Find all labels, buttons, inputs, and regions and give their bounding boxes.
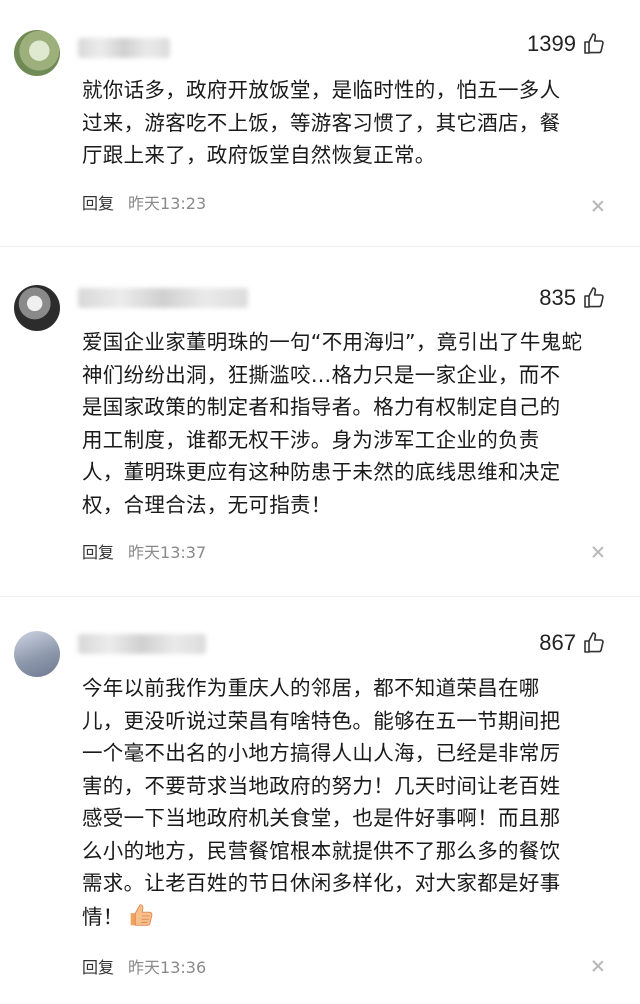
like-count: 867 <box>539 630 576 655</box>
divider <box>0 596 640 597</box>
comment-line: 人，董明珠更应有这种防患于未然的底线思维和决定 <box>82 460 561 484</box>
comment-line: 一个毫不出名的小地方搞得人山人海，已经是非常厉 <box>82 741 561 765</box>
timestamp: 昨天13:23 <box>128 194 207 213</box>
comment-line: 过来，游客吃不上饭，等游客习惯了，其它酒店，餐 <box>82 110 561 135</box>
comment-line: 厅跟上来了，政府饭堂自然恢复正常。 <box>82 143 436 167</box>
comment-line: 儿，更没听说过荣昌有啥特色。能够在五一节期间把 <box>82 708 561 733</box>
close-icon[interactable] <box>592 200 604 212</box>
comment-line-last: 情！ <box>82 900 622 934</box>
like-button[interactable]: 867 <box>539 630 606 656</box>
comment-line: 就你话多，政府开放饭堂，是临时性的，怕五一多人 <box>82 78 561 102</box>
comment-meta: 回复 昨天13:37 <box>82 539 206 563</box>
like-count: 1399 <box>527 31 576 56</box>
comment-line: 需求。让老百姓的节日休闲多样化，对大家都是好事 <box>82 871 561 895</box>
comment-line: 感受一下当地政府机关食堂，也是件好事啊！而且那 <box>82 806 561 830</box>
avatar[interactable] <box>14 30 60 76</box>
comment-line: 用工制度，谁都无权干涉。身为涉军工企业的负责 <box>82 427 540 452</box>
close-icon[interactable] <box>592 546 604 558</box>
timestamp: 昨天13:36 <box>128 958 207 977</box>
comment-line: 神们纷纷出洞，狂撕滥咬…格力只是一家企业，而不 <box>82 362 561 387</box>
thumbs-up-icon <box>584 632 604 653</box>
reply-button[interactable]: 回复 <box>82 539 114 563</box>
username-blurred[interactable] <box>78 38 170 58</box>
comment-meta: 回复 昨天13:23 <box>82 190 206 214</box>
comment-meta: 回复 昨天13:36 <box>82 954 206 978</box>
comment-line: 权，合理合法，无可指责！ <box>82 492 332 517</box>
avatar[interactable] <box>14 285 60 331</box>
comment-line: 是国家政策的制定者和指导者。格力有权制定自己的 <box>82 395 561 419</box>
timestamp: 昨天13:37 <box>128 543 207 562</box>
username-blurred[interactable] <box>78 634 206 654</box>
thumbs-up-icon <box>584 33 604 54</box>
close-icon[interactable] <box>592 960 604 972</box>
thumbs-up-emoji-icon <box>130 903 153 926</box>
comment-text: 爱国企业家董明珠的一句“不用海归”，竟引出了牛鬼蛇 神们纷纷出洞，狂撕滥咬…格力… <box>82 326 622 521</box>
divider <box>0 246 640 247</box>
thumbs-up-icon <box>584 287 604 308</box>
comment-line: 今年以前我作为重庆人的邻居，都不知道荣昌在哪 <box>82 676 540 700</box>
comment-line: 情！ <box>82 904 124 929</box>
username-blurred[interactable] <box>78 288 248 308</box>
like-button[interactable]: 835 <box>539 285 606 311</box>
comment-text: 今年以前我作为重庆人的邻居，都不知道荣昌在哪 儿，更没听说过荣昌有啥特色。能够在… <box>82 672 622 933</box>
avatar[interactable] <box>14 631 60 677</box>
reply-button[interactable]: 回复 <box>82 190 114 214</box>
like-button[interactable]: 1399 <box>527 31 606 57</box>
comment-text: 就你话多，政府开放饭堂，是临时性的，怕五一多人 过来，游客吃不上饭，等游客习惯了… <box>82 74 622 172</box>
comment-line: 么小的地方，民营餐馆根本就提供不了那么多的餐饮 <box>82 838 561 863</box>
reply-button[interactable]: 回复 <box>82 954 114 978</box>
comment-line: 害的，不要苛求当地政府的努力！几天时间让老百姓 <box>82 773 561 798</box>
like-count: 835 <box>539 285 576 310</box>
comment-line: 爱国企业家董明珠的一句“不用海归”，竟引出了牛鬼蛇 <box>82 330 583 354</box>
